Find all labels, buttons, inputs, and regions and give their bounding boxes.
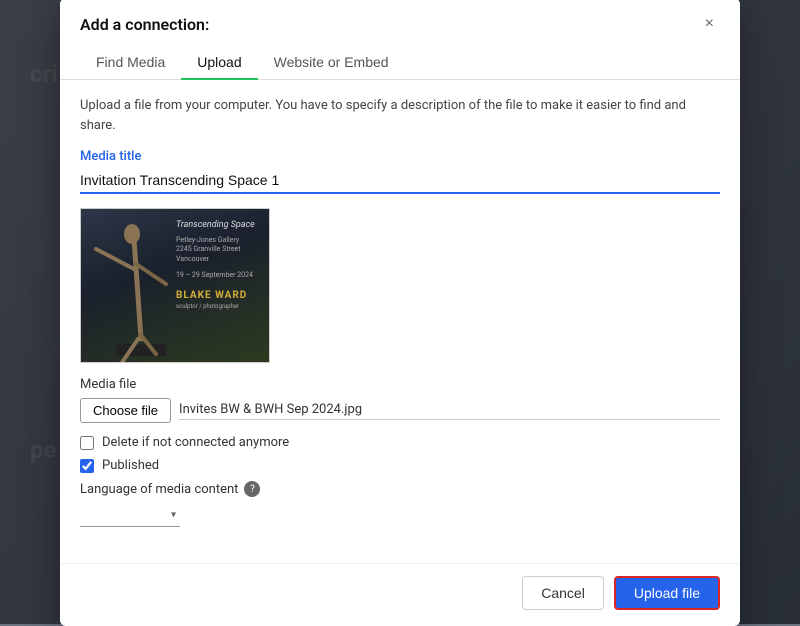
modal-body: Upload a file from your computer. You ha… [60, 80, 740, 563]
media-file-label: Media file [80, 377, 720, 392]
preview-artist-name: BLAKE WARD [176, 289, 269, 303]
tab-upload[interactable]: Upload [181, 46, 257, 80]
modal-title: Add a connection: [80, 15, 209, 34]
published-checkbox-label[interactable]: Published [102, 458, 159, 473]
published-checkbox[interactable] [80, 459, 94, 473]
image-text-overlay: Transcending Space Petley-Jones Gallery … [176, 219, 269, 311]
image-preview-inner: Transcending Space Petley-Jones Gallery … [81, 209, 269, 362]
preview-gallery: Petley-Jones Gallery [176, 236, 269, 246]
tab-find-media[interactable]: Find Media [80, 46, 181, 80]
preview-artist-sub: sculptor / photographer [176, 303, 269, 311]
cancel-button[interactable]: Cancel [522, 576, 604, 610]
language-select[interactable]: English French German [80, 503, 180, 527]
preview-date: 19 – 29 September 2024 [176, 271, 269, 281]
preview-address: 2245 Granville Street Vancouver [176, 245, 269, 265]
file-name-display: Invites BW & BWH Sep 2024.jpg [179, 402, 720, 420]
modal-footer: Cancel Upload file [60, 563, 740, 626]
choose-file-button[interactable]: Choose file [80, 398, 171, 423]
media-title-label: Media title [80, 149, 720, 164]
language-section: Language of media content ? English Fren… [80, 481, 720, 527]
media-file-row: Choose file Invites BW & BWH Sep 2024.jp… [80, 398, 720, 423]
media-title-input[interactable] [80, 168, 720, 194]
delete-checkbox[interactable] [80, 436, 94, 450]
language-label-row: Language of media content ? [80, 481, 720, 497]
add-connection-modal: Add a connection: × Find Media Upload We… [60, 0, 740, 626]
language-select-wrapper: English French German ▾ [80, 503, 180, 527]
tab-website-embed[interactable]: Website or Embed [258, 46, 405, 80]
delete-checkbox-row: Delete if not connected anymore [80, 435, 720, 450]
modal-header: Add a connection: × [60, 0, 740, 34]
upload-description: Upload a file from your computer. You ha… [80, 96, 720, 135]
language-label: Language of media content [80, 482, 238, 497]
tab-bar: Find Media Upload Website or Embed [60, 46, 740, 80]
sculpture-svg [86, 209, 186, 363]
modal-overlay: Add a connection: × Find Media Upload We… [0, 0, 800, 624]
published-checkbox-row: Published [80, 458, 720, 473]
preview-title: Transcending Space [176, 219, 269, 232]
close-button[interactable]: × [699, 14, 720, 34]
upload-file-button[interactable]: Upload file [614, 576, 720, 610]
help-icon[interactable]: ? [244, 481, 260, 497]
image-preview: Transcending Space Petley-Jones Gallery … [80, 208, 270, 363]
delete-checkbox-label[interactable]: Delete if not connected anymore [102, 435, 289, 450]
media-file-section: Media file Choose file Invites BW & BWH … [80, 377, 720, 423]
